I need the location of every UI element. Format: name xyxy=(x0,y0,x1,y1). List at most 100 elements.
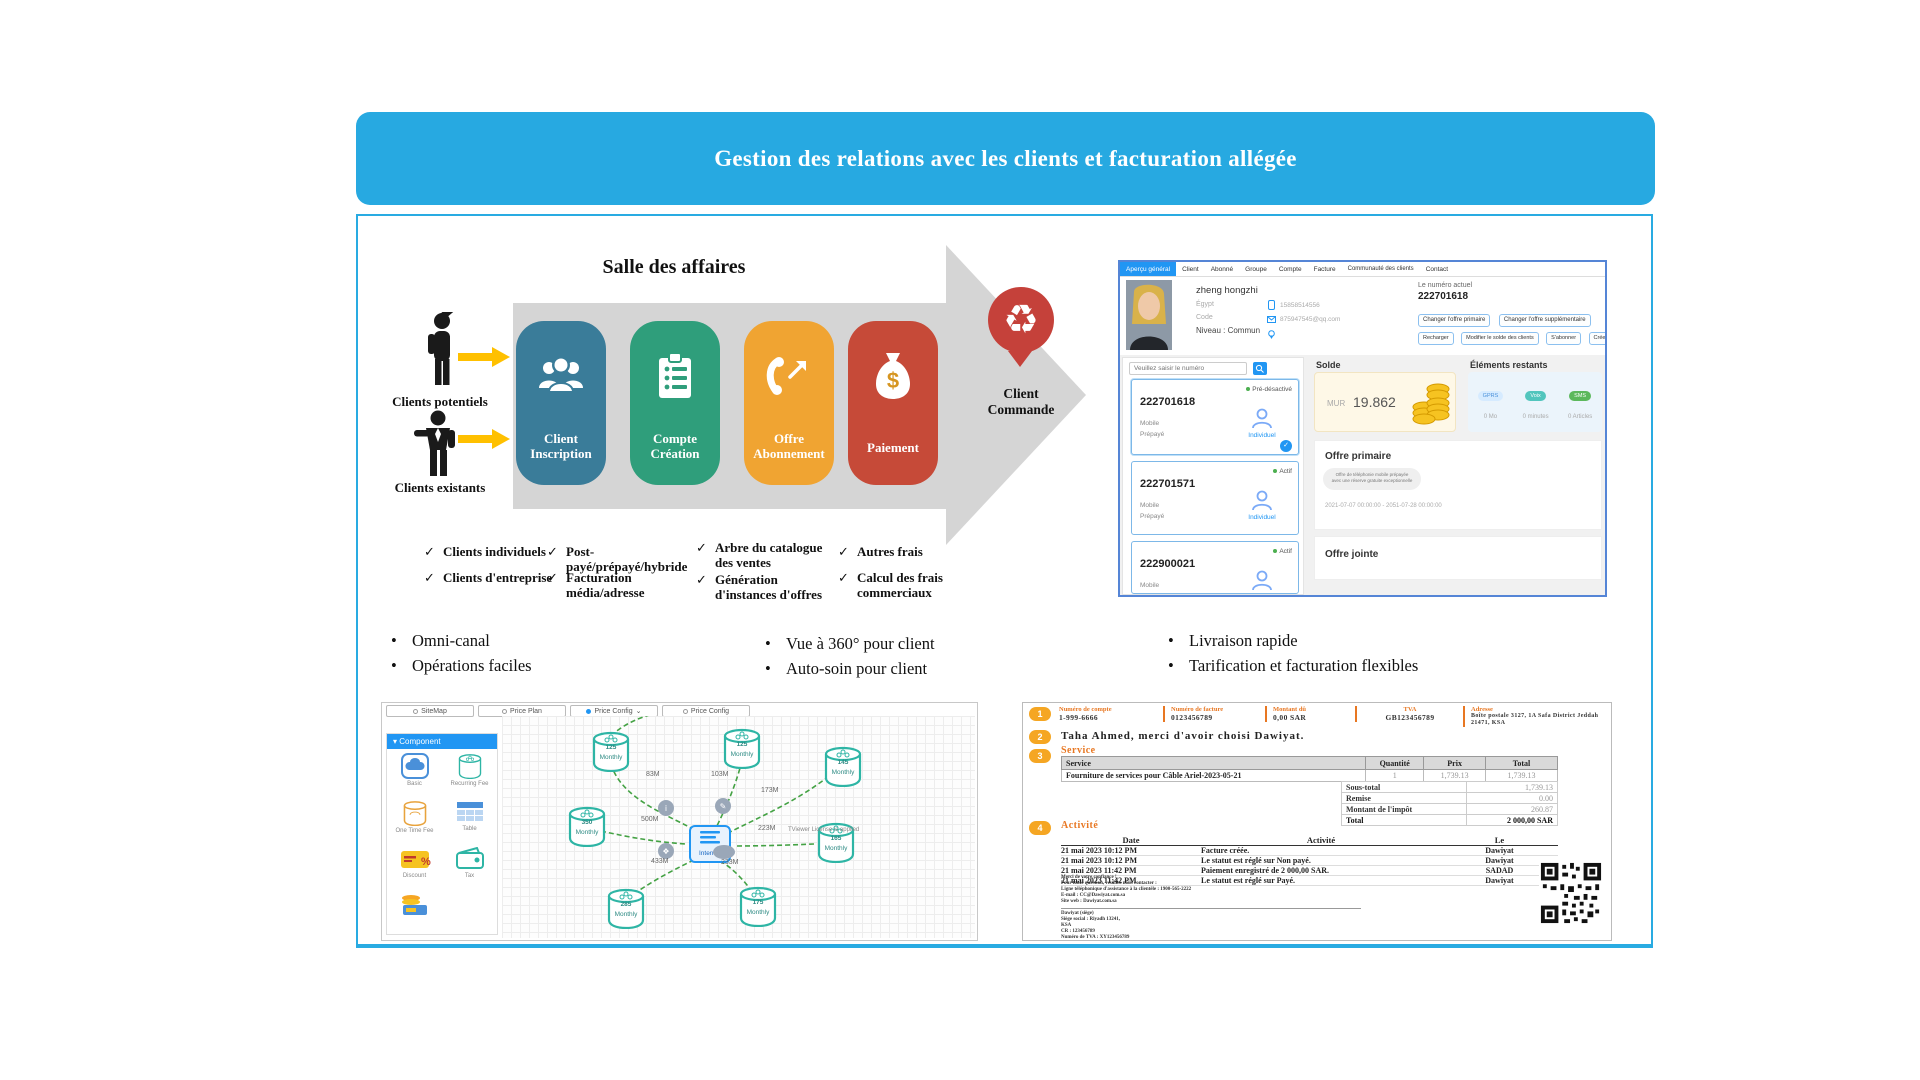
step-label: Compte xyxy=(653,431,697,446)
check-item: ✓Facturation média/adresse xyxy=(566,570,706,600)
crm-tab-overview[interactable]: Aperçu général xyxy=(1120,262,1176,276)
price-node[interactable]: 285Monthly xyxy=(604,887,648,929)
marker-1: 1 xyxy=(1029,707,1051,721)
team-icon xyxy=(537,347,585,405)
component-tax[interactable]: Tax xyxy=(442,843,497,890)
design-canvas[interactable]: 125Monthly 125Monthly 350Monthly 145Mont… xyxy=(502,716,975,938)
component-extra[interactable] xyxy=(387,890,442,935)
flow-arrow-icon xyxy=(458,347,510,367)
edge-label: 233M xyxy=(721,859,739,866)
crm-tab-contact[interactable]: Contact xyxy=(1420,262,1454,276)
edge-label: 83M xyxy=(646,771,660,778)
radio-icon xyxy=(413,709,418,714)
individual-icon xyxy=(1250,568,1274,592)
edge-label: 433M xyxy=(651,858,669,865)
summary-total-row: Total2 000,00 SAR xyxy=(1342,815,1558,826)
price-designer-screenshot: SiteMap Price Plan Price Config ⌄ Price … xyxy=(381,702,978,941)
component-panel-title: Component xyxy=(399,737,440,746)
step-label: Client xyxy=(544,431,578,446)
step-label: Inscription xyxy=(530,446,591,461)
subscriber-type: Mobile xyxy=(1140,502,1159,509)
voice-value: 0 minutes xyxy=(1523,414,1549,420)
price-node[interactable]: 125Monthly xyxy=(589,730,633,772)
create-tt-button[interactable]: Créer TT xyxy=(1589,332,1607,345)
handle-button[interactable] xyxy=(713,845,735,859)
component-discount[interactable]: % Discount xyxy=(387,843,442,890)
sms-value: 0 Articles xyxy=(1568,414,1592,420)
customer-name: zheng hongzhi xyxy=(1196,285,1258,296)
current-number-label: Le numéro actuel xyxy=(1418,282,1472,289)
check-item: ✓Arbre du catalogue des ventes xyxy=(715,540,831,570)
actor-label: Clients existants xyxy=(370,480,510,496)
subscriber-card[interactable]: Actif 222900021 Mobile xyxy=(1131,541,1299,594)
component-button[interactable]: ❖ xyxy=(658,843,674,859)
mail-icon xyxy=(1267,316,1276,323)
subscriber-card[interactable]: Pré-désactivé 222701618 Mobile Prépayé I… xyxy=(1131,379,1299,455)
list-lines-icon xyxy=(698,829,722,845)
marker-3: 3 xyxy=(1029,749,1051,763)
check-item: ✓Autres frais xyxy=(857,544,977,559)
tab-sitemap[interactable]: SiteMap xyxy=(386,705,474,717)
step-compte-creation: Compte Création xyxy=(630,321,720,485)
component-basic[interactable]: Basic xyxy=(387,749,442,796)
primary-offer-panel: Offre primaire Offre de téléphonie mobil… xyxy=(1314,440,1602,530)
marker-4: 4 xyxy=(1029,821,1051,835)
search-button[interactable] xyxy=(1253,362,1267,375)
crm-number-list-panel: Pré-désactivé 222701618 Mobile Prépayé I… xyxy=(1122,357,1304,595)
bullet-group: •Vue à 360° pour client •Auto-soin pour … xyxy=(786,631,935,681)
check-icon: ✓ xyxy=(838,544,849,559)
price-node[interactable]: 125Monthly xyxy=(720,727,764,769)
clipboard-icon xyxy=(655,347,695,405)
component-recurring-fee[interactable]: Recurring Fee xyxy=(442,749,497,796)
edit-balance-button[interactable]: Modifier le solde des clients xyxy=(1461,332,1539,345)
crm-tab-communaute[interactable]: Communauté des clients xyxy=(1342,262,1420,276)
price-node[interactable]: 145Monthly xyxy=(821,745,865,787)
service-table: Service Quantité Prix Total Fourniture d… xyxy=(1061,756,1558,782)
activity-row: 21 mai 2023 11:42 PMPaiement enregistré … xyxy=(1061,866,1558,876)
crm-profile-section: zheng hongzhi Égypt Code Niveau : Commun… xyxy=(1120,277,1605,355)
recycle-icon: ♻ xyxy=(1003,297,1039,343)
status-badge: Actif xyxy=(1279,548,1292,555)
check-item: ✓Génération d'instances d'offres xyxy=(715,572,827,602)
check-icon: ✓ xyxy=(838,570,849,585)
step-paiement: $ Paiement xyxy=(848,321,938,485)
cylinder-node-icon xyxy=(604,887,648,929)
bullet-item: •Opérations faciles xyxy=(412,653,532,678)
info-button[interactable]: i xyxy=(658,800,674,816)
customer-field: Code xyxy=(1196,314,1213,321)
cylinder-node-icon xyxy=(821,745,865,787)
subscriber-type: Mobile xyxy=(1140,420,1159,427)
subscriber-type: Mobile xyxy=(1140,582,1159,589)
crm-tab-facture[interactable]: Facture xyxy=(1308,262,1342,276)
crm-tab-compte[interactable]: Compte xyxy=(1273,262,1308,276)
radio-icon xyxy=(502,709,507,714)
cylinder-node-icon xyxy=(589,730,633,772)
crm-tab-client[interactable]: Client xyxy=(1176,262,1205,276)
gprs-value: 0 Mo xyxy=(1478,414,1504,420)
bullet-item: •Livraison rapide xyxy=(1189,628,1418,653)
subscriber-plan: Prépayé xyxy=(1140,431,1164,438)
joint-offer-panel: Offre jointe xyxy=(1314,536,1602,580)
subscriber-number: 222900021 xyxy=(1140,558,1195,570)
activity-heading: Activité xyxy=(1061,820,1098,831)
subscriber-card[interactable]: Actif 222701571 Mobile Prépayé Individue… xyxy=(1131,461,1299,535)
cylinder-node-icon xyxy=(720,727,764,769)
component-one-time-fee[interactable]: One Time Fee xyxy=(387,796,442,843)
search-icon xyxy=(1253,362,1267,375)
coins-icon xyxy=(1411,381,1451,427)
price-node[interactable]: 175Monthly xyxy=(736,885,780,927)
crm-tab-groupe[interactable]: Groupe xyxy=(1239,262,1273,276)
number-search-input[interactable] xyxy=(1129,362,1247,375)
price-node[interactable]: 350Monthly xyxy=(565,805,609,847)
subscribe-button[interactable]: S'abonner xyxy=(1546,332,1581,345)
edit-button[interactable]: ✎ xyxy=(715,798,731,814)
status-badge: Pré-désactivé xyxy=(1252,386,1292,393)
marker-2: 2 xyxy=(1029,730,1051,744)
recharge-button[interactable]: Recharger xyxy=(1418,332,1454,345)
crm-tab-abonne[interactable]: Abonné xyxy=(1205,262,1239,276)
offer-chip[interactable]: Offre de téléphonie mobile prépayée avec… xyxy=(1323,468,1421,490)
primary-offer-heading: Offre primaire xyxy=(1325,451,1391,462)
component-table[interactable]: Table xyxy=(442,796,497,843)
subscriber-number: 222701571 xyxy=(1140,478,1195,490)
invoice-header-col: TVAGB123456789 xyxy=(1355,706,1457,722)
